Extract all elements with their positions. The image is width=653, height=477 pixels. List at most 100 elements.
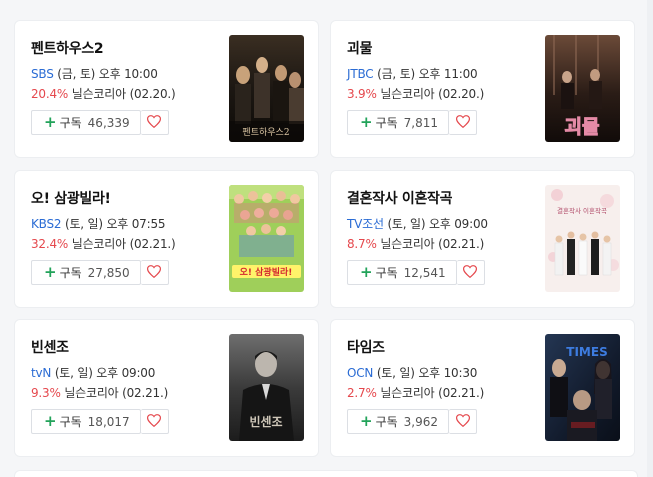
poster-title: 오! 삼광빌라! xyxy=(240,266,293,278)
show-card[interactable]: 펜트하우스2 SBS (금, 토) 오후 10:00 20.4% 닐슨코리아 (… xyxy=(14,20,319,158)
subscribe-count: 12,541 xyxy=(403,265,446,280)
like-button[interactable] xyxy=(140,110,169,135)
heart-icon xyxy=(147,263,162,282)
samgwang-villa-poster[interactable]: 오! 삼광빌라! xyxy=(229,185,304,292)
poster-title: 괴물 xyxy=(565,116,600,138)
show-title[interactable]: 빈센조 xyxy=(31,337,69,357)
broadcast-info: JTBC (금, 토) 오후 11:00 xyxy=(347,65,478,82)
subscribe-button[interactable]: + 구독 12,541 xyxy=(347,260,457,285)
subscribe-count: 3,962 xyxy=(403,414,439,429)
show-card[interactable]: 결혼작사 이혼작곡 TV조선 (토, 일) 오후 09:00 8.7% 닐슨코리… xyxy=(330,170,635,308)
broadcast-info: TV조선 (토, 일) 오후 09:00 xyxy=(347,215,488,232)
subscribe-count: 46,339 xyxy=(87,115,130,130)
subscribe-button[interactable]: + 구독 18,017 xyxy=(31,409,141,434)
rating-value: 3.9% xyxy=(347,87,377,101)
show-title[interactable]: 타임즈 xyxy=(347,337,385,357)
rating-source: 닐슨코리아 (02.21.) xyxy=(64,386,169,400)
beyond-evil-poster[interactable]: 괴물 xyxy=(545,35,620,142)
subscribe-button[interactable]: + 구독 27,850 xyxy=(31,260,141,285)
like-button[interactable] xyxy=(449,409,478,434)
scrollbar-track[interactable] xyxy=(647,0,653,477)
heart-icon xyxy=(147,412,162,431)
plus-icon: + xyxy=(360,113,373,131)
subscribe-label: 구독 xyxy=(59,266,82,280)
love-marriage-divorce-poster[interactable]: 결혼작사 이혼작곡 xyxy=(545,185,620,292)
subscribe-label: 구독 xyxy=(59,415,82,429)
channel-name: TV조선 xyxy=(347,217,384,231)
rating-source: 닐슨코리아 (02.20.) xyxy=(71,87,176,101)
broadcast-info: KBS2 (토, 일) 오후 07:55 xyxy=(31,215,166,232)
subscribe-count: 27,850 xyxy=(87,265,130,280)
show-card[interactable]: 괴물 JTBC (금, 토) 오후 11:00 3.9% 닐슨코리아 (02.2… xyxy=(330,20,635,158)
rating-info: 3.9% 닐슨코리아 (02.20.) xyxy=(347,85,484,102)
rating-info: 20.4% 닐슨코리아 (02.20.) xyxy=(31,85,176,102)
card-actions: + 구독 27,850 xyxy=(31,260,169,285)
next-row-card-edge xyxy=(14,470,638,477)
subscribe-count: 18,017 xyxy=(87,414,130,429)
subscribe-label: 구독 xyxy=(375,266,398,280)
plus-icon: + xyxy=(44,113,57,131)
show-card[interactable]: 오! 삼광빌라! KBS2 (토, 일) 오후 07:55 32.4% 닐슨코리… xyxy=(14,170,319,308)
times-poster[interactable]: TIMES xyxy=(545,334,620,441)
rating-source: 닐슨코리아 (02.20.) xyxy=(380,87,485,101)
rating-value: 8.7% xyxy=(347,237,377,251)
subscribe-label: 구독 xyxy=(375,415,398,429)
poster-title: 빈센조 xyxy=(249,414,282,429)
schedule: (토, 일) 오후 09:00 xyxy=(54,366,156,380)
schedule: (금, 토) 오후 10:00 xyxy=(57,67,158,81)
penthouse-poster[interactable]: 펜트하우스2 xyxy=(229,35,304,142)
show-title[interactable]: 펜트하우스2 xyxy=(31,38,104,58)
rating-value: 32.4% xyxy=(31,237,69,251)
like-button[interactable] xyxy=(140,260,169,285)
poster-title: TIMES xyxy=(566,345,607,359)
schedule: (금, 토) 오후 11:00 xyxy=(377,67,478,81)
show-title[interactable]: 오! 삼광빌라! xyxy=(31,188,111,208)
rating-info: 8.7% 닐슨코리아 (02.21.) xyxy=(347,235,484,252)
broadcast-info: OCN (토, 일) 오후 10:30 xyxy=(347,364,477,381)
show-card[interactable]: 타임즈 OCN (토, 일) 오후 10:30 2.7% 닐슨코리아 (02.2… xyxy=(330,319,635,457)
plus-icon: + xyxy=(44,263,57,281)
rating-value: 9.3% xyxy=(31,386,61,400)
broadcast-info: SBS (금, 토) 오후 10:00 xyxy=(31,65,158,82)
show-title[interactable]: 결혼작사 이혼작곡 xyxy=(347,188,453,208)
subscribe-label: 구독 xyxy=(375,116,398,130)
show-title[interactable]: 괴물 xyxy=(347,38,372,58)
channel-name: tvN xyxy=(31,366,52,380)
like-button[interactable] xyxy=(449,110,478,135)
rating-source: 닐슨코리아 (02.21.) xyxy=(71,237,176,251)
card-actions: + 구독 7,811 xyxy=(347,110,478,135)
channel-name: JTBC xyxy=(347,67,374,81)
heart-icon xyxy=(455,412,470,431)
vincenzo-poster[interactable]: 빈센조 xyxy=(229,334,304,441)
heart-icon xyxy=(463,263,478,282)
show-card[interactable]: 빈센조 tvN (토, 일) 오후 09:00 9.3% 닐슨코리아 (02.2… xyxy=(14,319,319,457)
broadcast-info: tvN (토, 일) 오후 09:00 xyxy=(31,364,155,381)
poster-title: 결혼작사 이혼작곡 xyxy=(557,206,607,215)
card-actions: + 구독 18,017 xyxy=(31,409,169,434)
channel-name: KBS2 xyxy=(31,217,62,231)
rating-info: 2.7% 닐슨코리아 (02.21.) xyxy=(347,384,484,401)
rating-source: 닐슨코리아 (02.21.) xyxy=(380,237,485,251)
subscribe-button[interactable]: + 구독 7,811 xyxy=(347,110,450,135)
like-button[interactable] xyxy=(456,260,485,285)
rating-value: 2.7% xyxy=(347,386,377,400)
card-actions: + 구독 46,339 xyxy=(31,110,169,135)
schedule: (토, 일) 오후 10:30 xyxy=(376,366,478,380)
channel-name: OCN xyxy=(347,366,374,380)
like-button[interactable] xyxy=(140,409,169,434)
rating-value: 20.4% xyxy=(31,87,69,101)
poster-title: 펜트하우스2 xyxy=(242,127,289,138)
subscribe-button[interactable]: + 구독 46,339 xyxy=(31,110,141,135)
rating-info: 9.3% 닐슨코리아 (02.21.) xyxy=(31,384,168,401)
plus-icon: + xyxy=(44,412,57,430)
subscribe-label: 구독 xyxy=(59,116,82,130)
card-actions: + 구독 12,541 xyxy=(347,260,485,285)
subscribe-count: 7,811 xyxy=(403,115,439,130)
plus-icon: + xyxy=(360,263,373,281)
plus-icon: + xyxy=(360,412,373,430)
heart-icon xyxy=(147,113,162,132)
subscribe-button[interactable]: + 구독 3,962 xyxy=(347,409,450,434)
heart-icon xyxy=(455,113,470,132)
rating-source: 닐슨코리아 (02.21.) xyxy=(380,386,485,400)
schedule: (토, 일) 오후 07:55 xyxy=(64,217,166,231)
